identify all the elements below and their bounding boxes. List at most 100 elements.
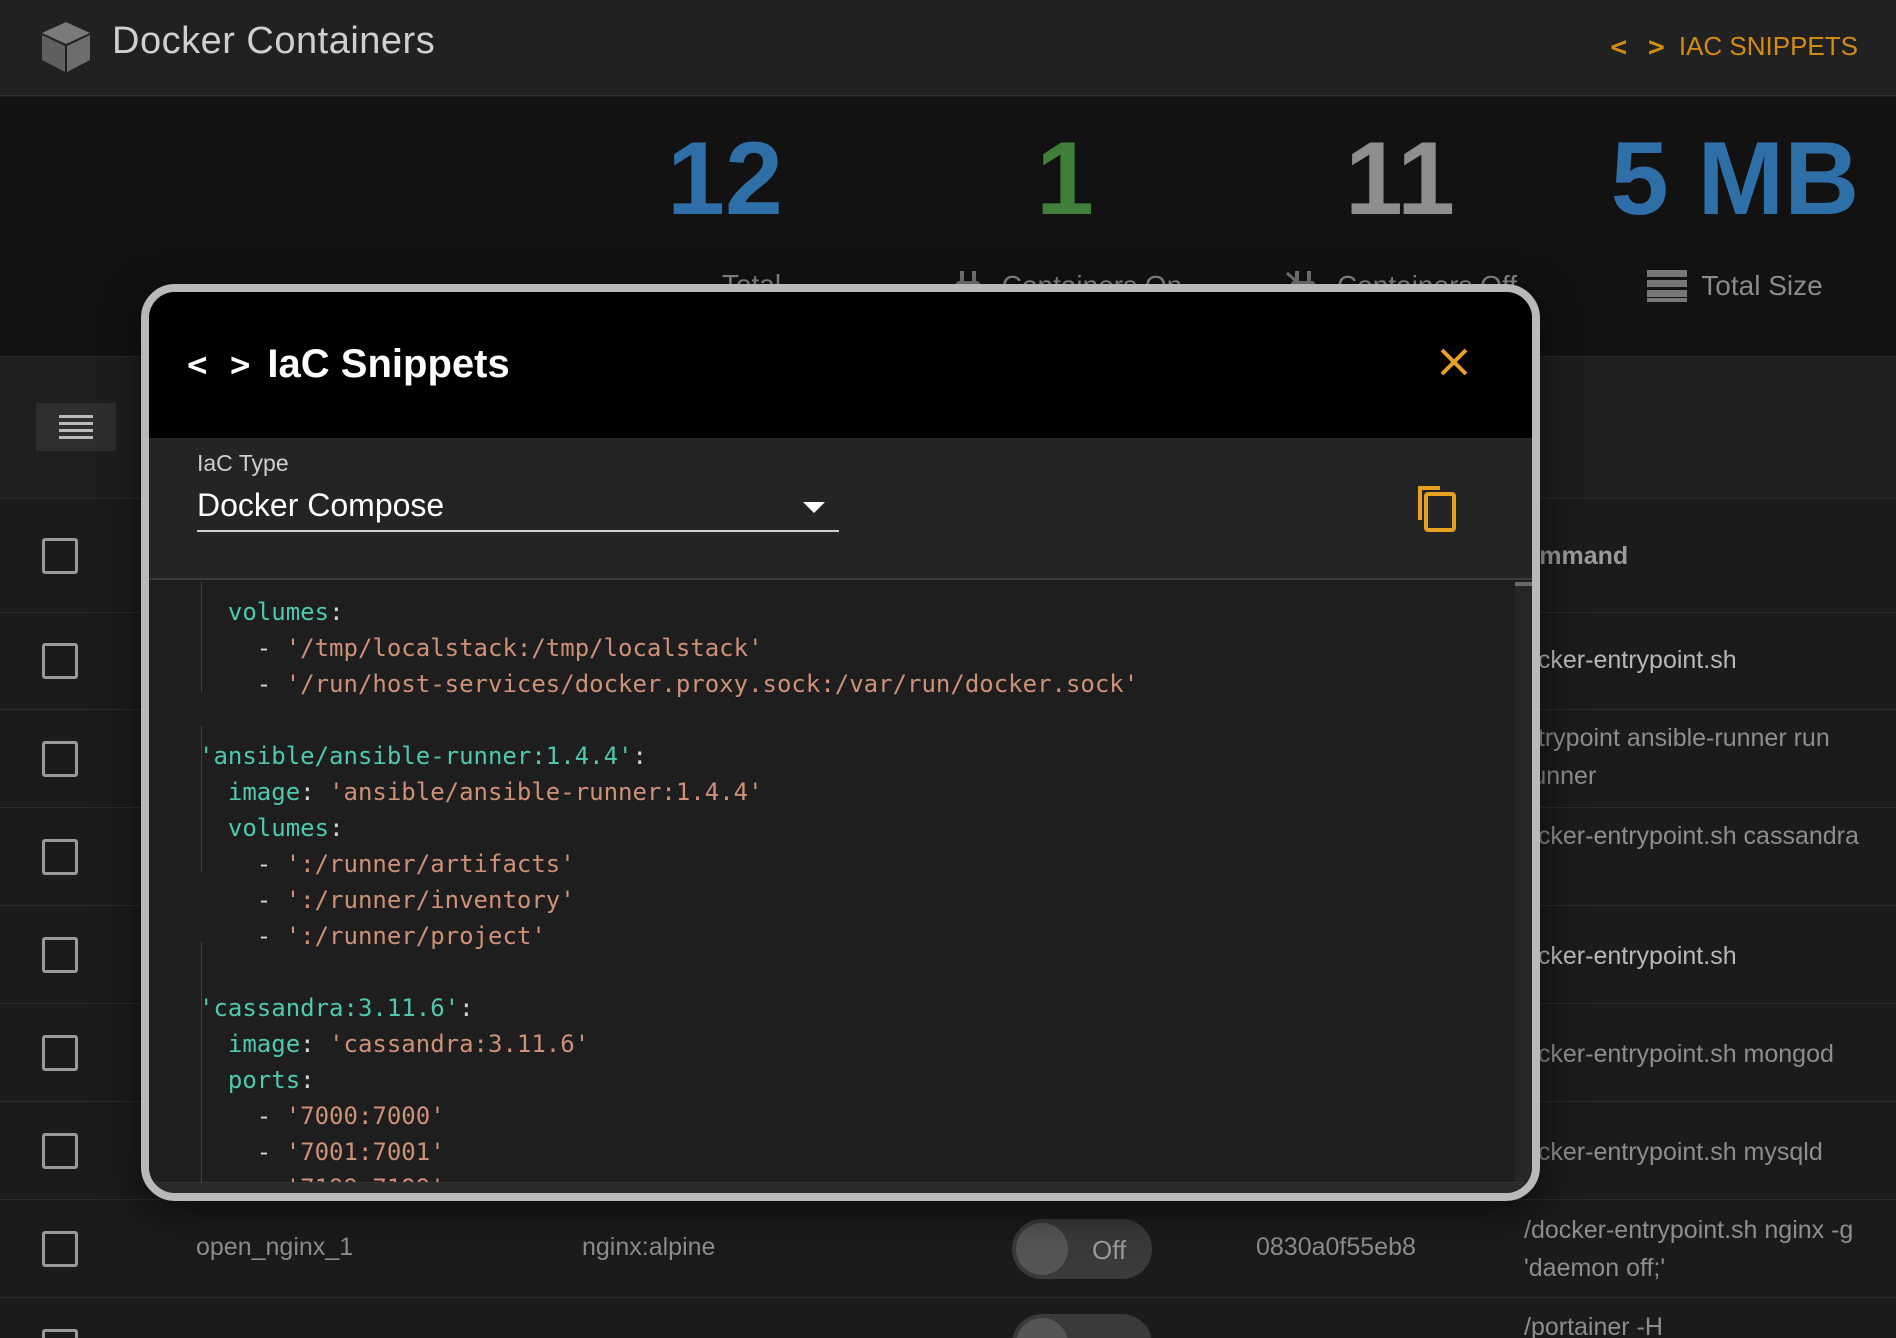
caret-down-icon bbox=[803, 502, 825, 513]
power-toggle[interactable]: Off bbox=[1012, 1219, 1152, 1279]
code-token: 'cassandra:3.11.6' bbox=[199, 994, 460, 1022]
command-cell: ocker-entrypoint.sh mongod bbox=[1524, 1040, 1834, 1068]
code-token: : bbox=[300, 1066, 315, 1094]
iac-snippets-dialog: < > IaC Snippets IaC Type Docker Compose… bbox=[141, 284, 1540, 1201]
storage-icon bbox=[1647, 270, 1688, 302]
stat-containers-off: 11 Containers Off bbox=[1270, 127, 1530, 303]
stat-label-row: Total Size bbox=[1600, 269, 1870, 303]
code-token: ports bbox=[227, 1066, 301, 1094]
code-token: - bbox=[199, 1174, 286, 1182]
image-cell: nginx:alpine bbox=[582, 1233, 716, 1261]
code-line: - '7001:7001' bbox=[199, 1134, 1138, 1170]
code-token: 'ansible/ansible-runner:1.4.4' bbox=[329, 778, 763, 806]
code-token: : bbox=[300, 1030, 330, 1058]
code-token: - bbox=[199, 886, 286, 914]
iac-type-label: IaC Type bbox=[197, 450, 289, 476]
code-line: volumes: bbox=[199, 810, 1138, 846]
stat-total-size: 5 MB Total Size bbox=[1600, 127, 1870, 303]
column-toggle-button[interactable] bbox=[36, 403, 116, 451]
code-token: volumes bbox=[227, 814, 330, 842]
code-token: - bbox=[199, 634, 286, 662]
iac-type-value: Docker Compose bbox=[197, 487, 445, 523]
code-icon: < > bbox=[187, 344, 252, 385]
code-block: volumes: - '/tmp/localstack:/tmp/localst… bbox=[199, 594, 1138, 1182]
row-checkbox[interactable] bbox=[42, 937, 78, 973]
list-icon bbox=[59, 415, 93, 439]
code-token: : bbox=[632, 742, 647, 770]
table-row[interactable]: open_nginx_1 nginx:alpine Off 0830a0f55e… bbox=[0, 1200, 1896, 1298]
code-token: - bbox=[199, 922, 286, 950]
iac-snippets-button[interactable]: < > IAC SNIPPETS bbox=[1610, 26, 1858, 66]
stat-value: 11 bbox=[1345, 121, 1455, 237]
cube-logo-icon bbox=[42, 22, 90, 72]
code-token: ':/runner/artifacts' bbox=[285, 850, 575, 878]
dialog-title: < > IaC Snippets bbox=[187, 342, 510, 387]
code-token: : bbox=[329, 814, 344, 842]
row-checkbox[interactable] bbox=[42, 1035, 78, 1071]
row-checkbox[interactable] bbox=[42, 839, 78, 875]
stat-containers-on: 1 Containers On bbox=[940, 127, 1190, 303]
power-toggle[interactable] bbox=[1012, 1314, 1152, 1338]
code-line: - '7199:7199' bbox=[199, 1170, 1138, 1182]
code-token: : bbox=[329, 598, 344, 626]
command-cell: ocker-entrypoint.sh bbox=[1524, 646, 1737, 674]
horizontal-scrollbar[interactable] bbox=[149, 1182, 1532, 1193]
code-token: image bbox=[227, 778, 301, 806]
app-title: Docker Containers bbox=[112, 20, 436, 62]
select-all-checkbox[interactable] bbox=[42, 538, 78, 574]
plug-off-icon bbox=[1016, 1223, 1068, 1275]
code-line: 'ansible/ansible-runner:1.4.4': bbox=[199, 738, 1138, 774]
table-row[interactable]: /portainer -H bbox=[0, 1298, 1896, 1338]
code-icon: < > bbox=[1610, 29, 1667, 63]
row-checkbox[interactable] bbox=[42, 741, 78, 777]
code-line: - '/run/host-services/docker.proxy.sock:… bbox=[199, 666, 1138, 702]
plug-off-icon bbox=[1016, 1318, 1068, 1338]
scrollbar-thumb[interactable] bbox=[1515, 582, 1532, 586]
code-token: '/run/host-services/docker.proxy.sock:/v… bbox=[285, 670, 1139, 698]
close-icon[interactable] bbox=[1434, 342, 1474, 382]
command-cell: ocker-entrypoint.sh mysqld bbox=[1524, 1138, 1823, 1166]
code-token: ':/runner/project' bbox=[285, 922, 546, 950]
iac-snippets-label: IAC SNIPPETS bbox=[1678, 30, 1858, 61]
code-line: volumes: bbox=[199, 594, 1138, 630]
row-checkbox[interactable] bbox=[42, 1329, 78, 1338]
code-token: - bbox=[199, 850, 286, 878]
container-name-cell: open_nginx_1 bbox=[196, 1233, 354, 1261]
code-line: image: 'cassandra:3.11.6' bbox=[199, 1026, 1138, 1062]
copy-icon[interactable] bbox=[1412, 480, 1460, 534]
row-checkbox[interactable] bbox=[42, 1231, 78, 1267]
stat-label: Total Size bbox=[1701, 270, 1823, 301]
toggle-label: Off bbox=[1092, 1235, 1127, 1265]
code-token: '7001:7001' bbox=[285, 1138, 445, 1166]
code-token: - bbox=[199, 1138, 286, 1166]
stat-value: 5 MB bbox=[1610, 121, 1860, 237]
code-token: volumes bbox=[227, 598, 330, 626]
code-token: 'cassandra:3.11.6' bbox=[329, 1030, 590, 1058]
row-checkbox[interactable] bbox=[42, 1133, 78, 1169]
code-token: image bbox=[227, 1030, 301, 1058]
command-cell: ntrypoint ansible-runner run runner bbox=[1524, 719, 1830, 795]
dialog-form: IaC Type Docker Compose bbox=[149, 438, 1532, 580]
command-cell: ocker-entrypoint.sh bbox=[1524, 942, 1737, 970]
code-token: '7000:7000' bbox=[285, 1102, 445, 1130]
row-checkbox[interactable] bbox=[42, 643, 78, 679]
code-line: ports: bbox=[199, 1062, 1138, 1098]
iac-type-select[interactable]: Docker Compose bbox=[197, 480, 839, 532]
code-token: : bbox=[300, 778, 330, 806]
vertical-scrollbar[interactable] bbox=[1515, 582, 1532, 1182]
code-line: image: 'ansible/ansible-runner:1.4.4' bbox=[199, 774, 1138, 810]
stat-value: 12 bbox=[667, 121, 783, 237]
command-line: ntrypoint ansible-runner run bbox=[1524, 724, 1830, 752]
command-cell: /docker-entrypoint.sh nginx -g 'daemon o… bbox=[1524, 1211, 1853, 1287]
command-line: runner bbox=[1524, 762, 1597, 790]
app-bar: Docker Containers < > IAC SNIPPETS bbox=[0, 0, 1896, 96]
command-cell: ocker-entrypoint.sh cassandra bbox=[1524, 822, 1859, 850]
code-viewer[interactable]: volumes: - '/tmp/localstack:/tmp/localst… bbox=[149, 582, 1515, 1182]
